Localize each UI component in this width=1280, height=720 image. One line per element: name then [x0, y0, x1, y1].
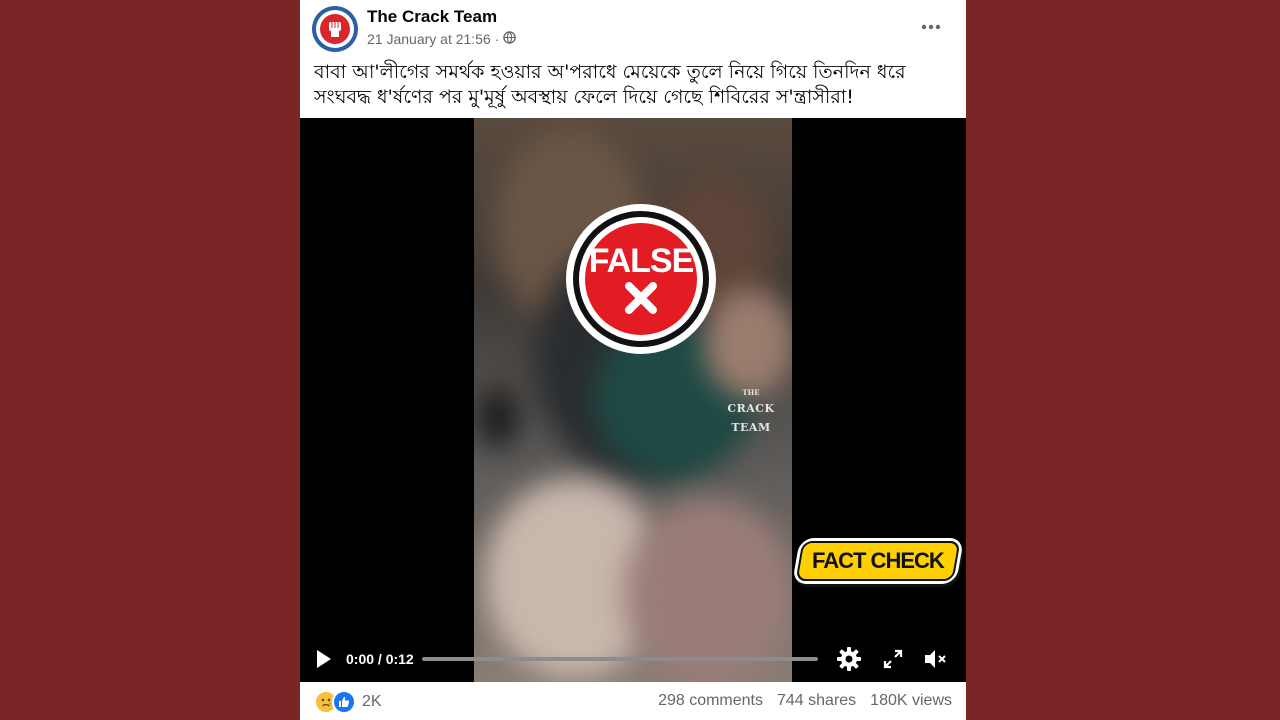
- shares-count[interactable]: 744 shares: [777, 692, 856, 710]
- video-frame: THE CRACK TEAM: [474, 118, 792, 682]
- video-progress-bar[interactable]: [422, 657, 818, 661]
- video-player[interactable]: THE CRACK TEAM FALSE FACT CHECK 0:00 / 0…: [300, 118, 966, 682]
- more-options-button[interactable]: [918, 14, 944, 40]
- reaction-count: 2K: [362, 693, 382, 710]
- post-timestamp[interactable]: 21 January at 21:56: [367, 31, 491, 47]
- post-stats: 298 comments 744 shares 180K views: [658, 692, 952, 710]
- post-meta: 21 January at 21:56 ·: [367, 31, 517, 47]
- play-icon: [317, 650, 331, 668]
- fact-check-badge: FACT CHECK: [791, 538, 965, 584]
- video-controls: 0:00 / 0:12: [300, 640, 966, 680]
- gear-icon: [837, 647, 861, 671]
- post-footer: 2K 298 comments 744 shares 180K views: [300, 682, 966, 720]
- mute-button[interactable]: [922, 646, 948, 672]
- play-button[interactable]: [314, 648, 334, 670]
- like-reaction-icon: [332, 690, 356, 714]
- views-count: 180K views: [870, 692, 952, 709]
- page-avatar[interactable]: [312, 6, 358, 52]
- comments-count[interactable]: 298 comments: [658, 692, 763, 710]
- reactions-summary[interactable]: 2K: [314, 690, 382, 714]
- cross-icon: [625, 282, 657, 314]
- settings-button[interactable]: [836, 646, 862, 672]
- video-watermark: THE CRACK TEAM: [727, 388, 775, 434]
- page-name[interactable]: The Crack Team: [367, 7, 497, 27]
- false-label: FALSE: [588, 242, 695, 280]
- fact-check-label: FACT CHECK: [812, 548, 944, 573]
- video-time: 0:00 / 0:12: [346, 651, 414, 667]
- facebook-post-card: The Crack Team 21 January at 21:56 · বাব…: [300, 0, 966, 720]
- post-caption: বাবা আ'লীগের সমর্থক হওয়ার অ'পরাধে মেয়ে…: [314, 61, 906, 108]
- post-header: The Crack Team 21 January at 21:56 ·: [300, 0, 966, 56]
- ellipsis-icon: [921, 24, 941, 30]
- meta-separator: ·: [494, 31, 500, 47]
- fullscreen-button[interactable]: [880, 646, 906, 672]
- false-rating-badge: FALSE: [566, 204, 716, 354]
- speaker-muted-icon: [925, 650, 946, 668]
- expand-icon: [883, 649, 903, 669]
- fist-logo-icon: [320, 14, 350, 44]
- globe-icon: [503, 31, 517, 47]
